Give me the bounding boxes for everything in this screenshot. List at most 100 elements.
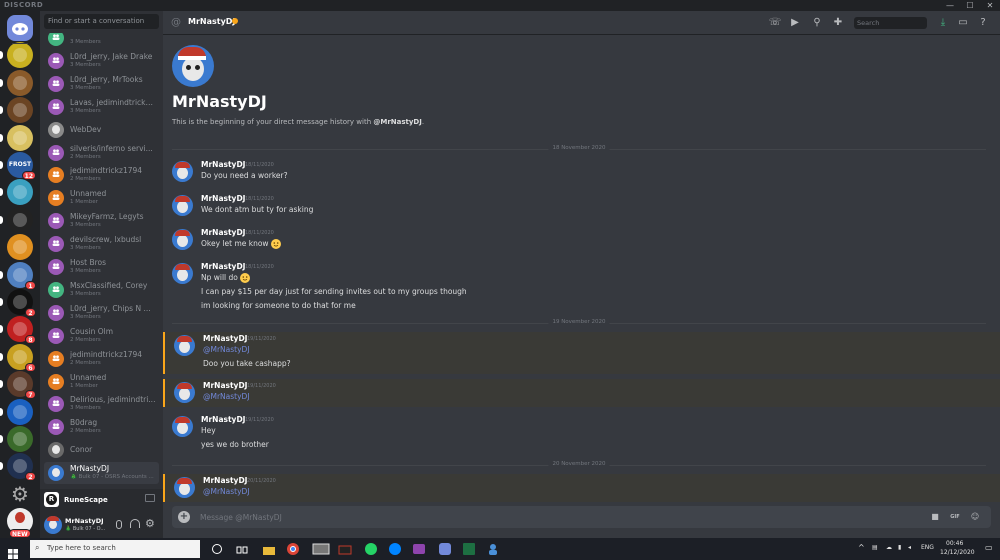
server-icon[interactable] <box>7 69 33 96</box>
tray-network-icon[interactable]: ▤ <box>872 544 878 551</box>
message-author[interactable]: MrNastyDJ <box>201 228 245 237</box>
message-avatar[interactable] <box>172 161 193 182</box>
maximize-button[interactable]: ☐ <box>960 0 980 11</box>
call-icon[interactable]: ☏ <box>768 16 782 30</box>
dm-item[interactable]: Delirious, jedimindtri... 3 Members <box>44 393 159 415</box>
tray-volume-icon[interactable]: ◂ <box>908 544 911 551</box>
user-settings-icon[interactable]: ⚙ <box>145 517 155 530</box>
dm-item[interactable]: silveris/inferno servi... 2 Members <box>44 142 159 164</box>
server-icon[interactable] <box>7 426 33 452</box>
dm-item[interactable]: L0rd_jerry, Jake Drake 3 Members <box>44 50 159 72</box>
user-avatar[interactable] <box>44 516 62 534</box>
message-author[interactable]: MrNastyDJ <box>203 334 247 343</box>
inbox-icon[interactable]: ▭ <box>956 16 970 30</box>
server-icon[interactable] <box>7 179 33 206</box>
screen-share-icon[interactable] <box>145 494 155 502</box>
message-avatar[interactable] <box>172 195 193 216</box>
discord-taskbar-icon[interactable] <box>438 541 454 557</box>
server-icon[interactable]: 2 <box>7 289 36 317</box>
dm-item[interactable]: L0rd_jerry, Chips N ... 3 Members <box>44 302 159 324</box>
tray-language[interactable]: ENG <box>921 544 934 551</box>
dm-item[interactable]: Lavas, jedimindtrickz... 3 Members <box>44 96 159 118</box>
dm-item[interactable]: WebDev <box>44 119 159 141</box>
dm-item[interactable]: Conor <box>44 439 159 461</box>
message-author[interactable]: MrNastyDJ <box>201 194 245 203</box>
message-author[interactable]: MrNastyDJ <box>201 262 245 271</box>
emoji-icon[interactable]: ☺ <box>969 511 981 523</box>
home-server-icon[interactable] <box>7 15 33 41</box>
message-avatar[interactable] <box>174 382 195 403</box>
dm-item[interactable]: MrNastyDJ 🎄 Bulk 07 - OSRS Accounts ... <box>44 462 159 485</box>
tray-chevron-icon[interactable]: ^ <box>858 543 865 552</box>
server-icon[interactable]: 7 <box>7 371 36 400</box>
server-icon[interactable]: 2 <box>7 453 36 482</box>
photos-icon[interactable] <box>412 541 428 557</box>
message-avatar[interactable] <box>174 335 195 356</box>
dm-item[interactable]: MikeyFarmz, Legyts 3 Members <box>44 210 159 232</box>
file-explorer-icon[interactable] <box>262 541 278 557</box>
message-author[interactable]: MrNastyDJ <box>203 381 247 390</box>
message-avatar[interactable] <box>172 229 193 250</box>
server-icon[interactable]: FROST 12 <box>7 152 36 180</box>
media-icon[interactable] <box>338 541 354 557</box>
tray-battery-icon[interactable]: ▮ <box>898 544 901 551</box>
tray-date[interactable]: 12/12/2020 <box>940 549 975 556</box>
tray-onedrive-icon[interactable]: ☁ <box>886 544 892 551</box>
add-friend-icon[interactable]: ✚ <box>831 16 845 30</box>
dm-item[interactable]: L0rd_jerry, MrTooks 3 Members <box>44 73 159 95</box>
server-icon[interactable]: 1 <box>7 261 36 290</box>
gift-icon[interactable]: ■ <box>929 511 941 523</box>
dm-item[interactable]: MsxClassified, Corey 3 Members <box>44 279 159 301</box>
pin-icon[interactable]: ⚲ <box>810 16 824 30</box>
taskbar-search-input[interactable]: ⌕ Type here to search <box>30 540 200 558</box>
dm-item[interactable]: Host Bros 3 Members <box>44 256 159 278</box>
windows-start-icon[interactable] <box>8 544 18 559</box>
server-icon[interactable] <box>7 42 33 69</box>
messenger-icon[interactable] <box>388 541 404 557</box>
server-icon[interactable] <box>7 124 33 151</box>
server-icon[interactable] <box>7 206 33 233</box>
dm-item[interactable]: Unnamed 1 Member <box>44 371 159 393</box>
message-author[interactable]: MrNastyDJ <box>201 415 245 424</box>
server-icon[interactable] <box>7 398 33 425</box>
minimize-button[interactable]: — <box>940 0 960 11</box>
message-author[interactable]: MrNastyDJ <box>203 476 247 485</box>
server-icon[interactable]: 6 <box>7 343 36 372</box>
message-avatar[interactable] <box>172 263 193 284</box>
excel-icon[interactable] <box>462 541 478 557</box>
mute-icon[interactable] <box>116 520 122 529</box>
message-input[interactable] <box>200 511 600 523</box>
video-icon[interactable]: ▶ <box>788 16 802 30</box>
server-icon[interactable] <box>7 97 33 124</box>
task-view-icon[interactable] <box>236 541 252 557</box>
message-avatar[interactable] <box>172 416 193 437</box>
dm-item[interactable]: B0drag 2 Members <box>44 416 159 438</box>
server-icon[interactable]: 8 <box>7 316 36 345</box>
server-icon[interactable] <box>7 234 33 261</box>
whatsapp-icon[interactable] <box>364 541 380 557</box>
tray-time[interactable]: 00:46 <box>946 540 963 547</box>
people-icon[interactable] <box>486 541 502 557</box>
server-icon[interactable]: NEW <box>7 508 33 538</box>
dm-item[interactable]: jedimindtrickz1794 2 Members <box>44 164 159 186</box>
cortana-icon[interactable] <box>212 544 222 554</box>
gif-icon[interactable]: GIF <box>949 511 961 523</box>
message-author[interactable]: MrNastyDJ <box>201 160 245 169</box>
chrome-icon[interactable] <box>286 541 302 557</box>
server-icon[interactable]: ⚙ <box>7 481 33 507</box>
dm-item[interactable]: Unnamed 1 Member <box>44 187 159 209</box>
dm-search-input[interactable]: Find or start a conversation <box>44 14 159 29</box>
notification-center-icon[interactable]: ▭ <box>985 543 993 552</box>
message-avatar[interactable] <box>174 477 195 498</box>
download-icon[interactable]: ⤓ <box>936 16 950 30</box>
dm-item[interactable]: 3 Members <box>44 33 159 49</box>
search-input[interactable]: Search <box>854 17 927 29</box>
close-button[interactable]: ✕ <box>980 0 1000 11</box>
app-window-icon[interactable] <box>312 541 330 557</box>
dm-item[interactable]: jedimindtrickz1794 2 Members <box>44 348 159 370</box>
dm-item[interactable]: Cousin Olm 2 Members <box>44 325 159 347</box>
upload-icon[interactable]: + <box>178 511 190 523</box>
help-icon[interactable]: ? <box>976 16 990 30</box>
deafen-icon[interactable] <box>130 519 140 528</box>
dm-item[interactable]: devilscrew, lxbudsl 3 Members <box>44 233 159 255</box>
